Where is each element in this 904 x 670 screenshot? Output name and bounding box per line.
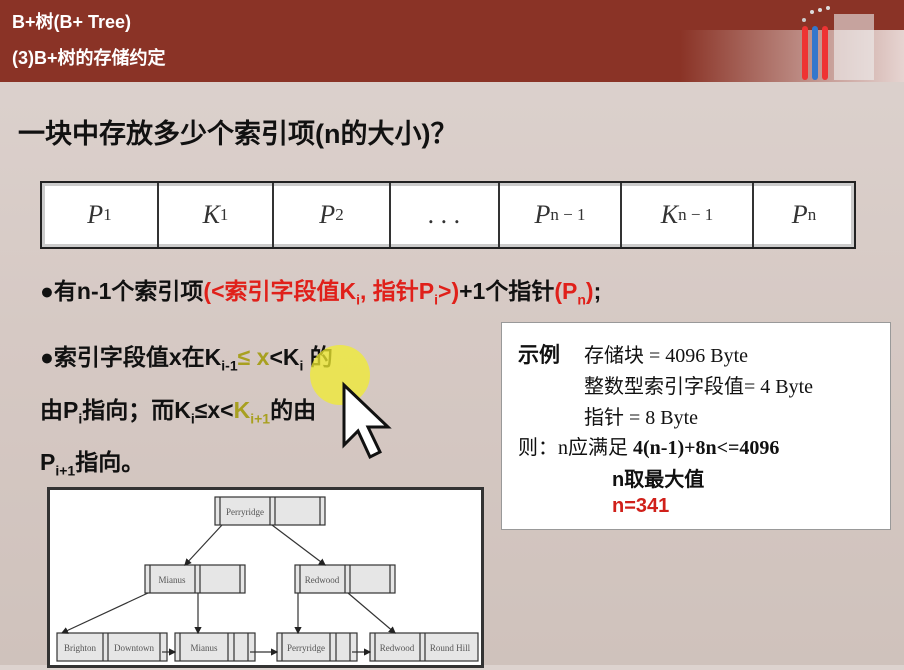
tree-root-key: Perryridge [226,507,264,517]
bplus-tree-diagram: Perryridge Mianus Redwood Brighton Downt… [47,487,484,668]
course-title: B+树(B+ Tree) [12,12,132,32]
node-cell-pn: Pn [791,200,817,229]
tree-internal-key: Mianus [159,575,186,585]
node-cell-ellipsis: . . . [391,183,500,247]
node-cell-p1: P1 [42,183,159,247]
tree-leaf-key: Round Hill [430,643,471,653]
example-pointer-size: 指针 = 8 Byte [584,407,699,429]
node-cell-p2: P2 [274,183,391,247]
tree-internal-key: Redwood [305,575,340,585]
logo-icon [802,6,874,80]
example-result: n=341 [612,495,670,517]
section-title: (3)B+树的存储约定 [12,48,166,68]
tree-leaf-key: Redwood [380,643,415,653]
slide-header: B+树(B+ Tree) (3)B+树的存储约定 [0,0,904,82]
mouse-pointer-icon [310,345,392,460]
example-box: 示例 存储块 = 4096 Byte 整数型索引字段值= 4 Byte 指针 =… [501,322,891,530]
bplus-node-structure: P1 K1 P2 . . . Pn − 1 Kn − 1 Pn [40,181,856,249]
example-block-size: 存储块 = 4096 Byte [584,345,749,367]
tree-leaf-key: Downtown [114,643,154,653]
example-key-size: 整数型索引字段值= 4 Byte [584,376,814,398]
node-cell-k1: K1 [159,183,274,247]
bullet-index-entries: ●有n-1个索引项(<索引字段值Ki, 指针Pi>)+1个指针(Pn); [40,278,602,308]
tree-leaf-key: Perryridge [287,643,325,653]
node-cell-pn-1: Pn − 1 [500,183,622,247]
slide-title: 一块中存放多少个索引项(n的大小)？ [18,119,458,149]
example-max-note: n取最大值 [612,469,705,491]
tree-leaf-key: Brighton [64,643,97,653]
example-constraint: 则：n应满足 4(n-1)+8n<=4096 [518,437,780,459]
example-label: 示例 [518,344,560,367]
tree-leaf-key: Mianus [191,643,218,653]
node-cell-kn-1: Kn − 1 [622,183,754,247]
